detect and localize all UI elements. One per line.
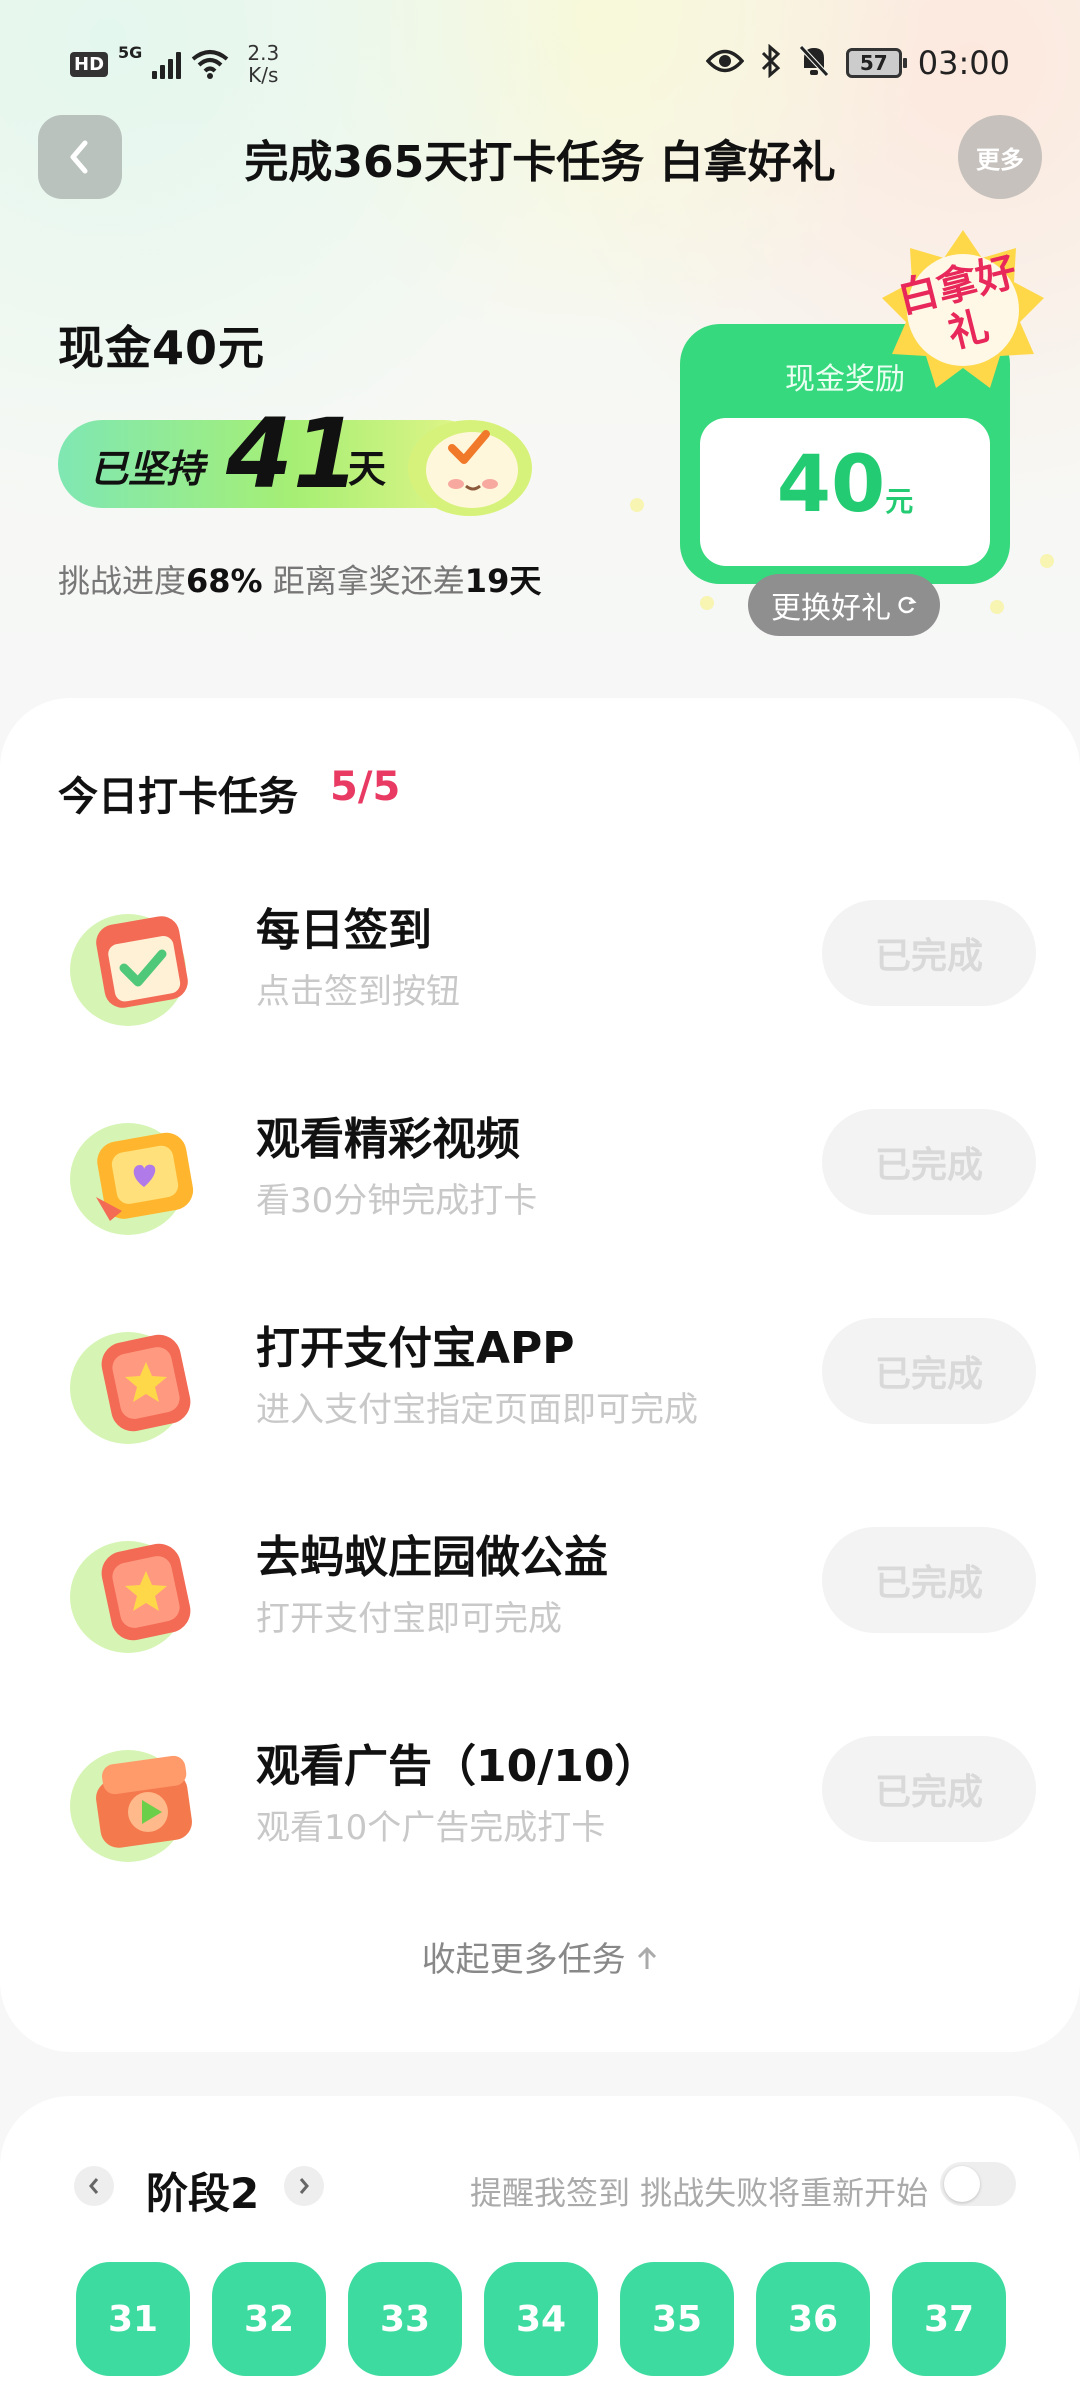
clock: 03:00: [917, 44, 1010, 82]
sparkle-decoration: [630, 498, 644, 512]
stage-title: 阶段2: [146, 2169, 260, 2218]
hd-indicator: HD: [70, 51, 109, 77]
tv-heart-icon: [66, 1101, 216, 1241]
remind-text: 提醒我签到 挑战失败将重新开始: [470, 2174, 929, 2212]
sparkle-decoration: [990, 600, 1004, 614]
task-done-button[interactable]: 已完成: [822, 1109, 1036, 1215]
task-done-button[interactable]: 已完成: [822, 1318, 1036, 1424]
task-title: 观看广告（10/10）: [256, 1741, 659, 1792]
tasks-count: 5/5: [330, 764, 401, 810]
bluetooth-icon: [760, 43, 782, 82]
stage-prev-button[interactable]: [74, 2166, 114, 2206]
sparkle-decoration: [1040, 554, 1054, 568]
task-subtitle: 打开支付宝即可完成: [256, 1599, 562, 1639]
wifi-icon: [191, 49, 229, 79]
day-cell[interactable]: 36: [756, 2262, 870, 2376]
sparkle-decoration: [700, 596, 714, 610]
progress-label: 挑战进度: [58, 562, 187, 600]
task-subtitle: 点击签到按钮: [256, 972, 460, 1012]
status-left: HD 5G 2.3 K/s: [70, 42, 287, 86]
reward-amount-unit: 元: [885, 485, 914, 518]
change-gift-button[interactable]: 更换好礼: [748, 574, 940, 636]
speed-unit: K/s: [248, 63, 279, 87]
remind-toggle[interactable]: [940, 2162, 1016, 2206]
change-gift-label: 更换好礼: [771, 591, 891, 626]
stage-days: 31 32 33 34 35 36 37: [76, 2262, 1006, 2376]
task-done-button[interactable]: 已完成: [822, 900, 1036, 1006]
task-title: 每日签到: [256, 905, 432, 956]
reward-amount-value: 40: [776, 440, 886, 530]
streak-suffix: 天: [348, 447, 387, 491]
task-subtitle: 看30分钟完成打卡: [256, 1181, 538, 1221]
task-title: 去蚂蚁庄园做公益: [256, 1532, 608, 1583]
arrow-up-icon: [638, 1946, 657, 1969]
remaining-label: 距离拿奖还差: [272, 562, 465, 600]
task-subtitle: 观看10个广告完成打卡: [256, 1808, 606, 1848]
app-star-icon: [66, 1519, 216, 1659]
chevron-left-icon: [89, 2178, 99, 2194]
remaining-value: 19天: [464, 562, 542, 600]
mascot-icon: [404, 410, 536, 520]
day-cell[interactable]: 33: [348, 2262, 462, 2376]
cash-title: 现金40元: [58, 321, 266, 375]
day-cell[interactable]: 32: [212, 2262, 326, 2376]
more-button[interactable]: 更多: [958, 115, 1042, 199]
task-done-button[interactable]: 已完成: [822, 1736, 1036, 1842]
task-title: 观看精彩视频: [256, 1114, 520, 1165]
task-done-button[interactable]: 已完成: [822, 1527, 1036, 1633]
reward-amount: 40元: [700, 440, 990, 530]
progress-line: 挑战进度68% 距离拿奖还差19天: [58, 556, 541, 602]
task-title: 打开支付宝APP: [256, 1323, 575, 1374]
chevron-right-icon: [299, 2178, 309, 2194]
status-right: 57 03:00: [705, 43, 1010, 82]
ad-play-icon: [66, 1728, 216, 1868]
eye-icon: [705, 48, 745, 78]
stage-next-button[interactable]: [284, 2166, 324, 2206]
day-cell[interactable]: 31: [76, 2262, 190, 2376]
network-speed: 2.3 K/s: [239, 42, 287, 86]
task-row: 观看广告（10/10） 观看10个广告完成打卡 已完成: [0, 1728, 1080, 1868]
mute-bell-icon: [798, 44, 830, 82]
page-title: 完成365天打卡任务 白拿好礼: [244, 137, 836, 188]
progress-value: 68%: [186, 562, 263, 600]
battery-icon: 57: [845, 48, 907, 78]
streak-prefix: 已坚持: [90, 447, 205, 491]
signal-icon: [152, 49, 182, 79]
task-row: 去蚂蚁庄园做公益 打开支付宝即可完成 已完成: [0, 1519, 1080, 1659]
day-cell[interactable]: 34: [484, 2262, 598, 2376]
task-row: 每日签到 点击签到按钮 已完成: [0, 892, 1080, 1032]
task-row: 观看精彩视频 看30分钟完成打卡 已完成: [0, 1101, 1080, 1241]
day-cell[interactable]: 37: [892, 2262, 1006, 2376]
tasks-heading: 今日打卡任务: [58, 774, 298, 820]
speed-value: 2.3: [247, 41, 280, 65]
streak-days: 41: [226, 398, 360, 510]
refresh-icon: [898, 596, 917, 614]
day-cell[interactable]: 35: [620, 2262, 734, 2376]
calendar-check-icon: [66, 892, 216, 1032]
collapse-tasks-button[interactable]: 收起更多任务: [0, 1932, 1080, 1981]
task-subtitle: 进入支付宝指定页面即可完成: [256, 1390, 698, 1430]
collapse-label: 收起更多任务: [421, 1940, 626, 1980]
status-bar: HD 5G 2.3 K/s 57 03:00: [0, 0, 1080, 130]
task-row: 打开支付宝APP 进入支付宝指定页面即可完成 已完成: [0, 1310, 1080, 1450]
app-star-icon: [66, 1310, 216, 1450]
network-type: 5G: [118, 42, 143, 62]
